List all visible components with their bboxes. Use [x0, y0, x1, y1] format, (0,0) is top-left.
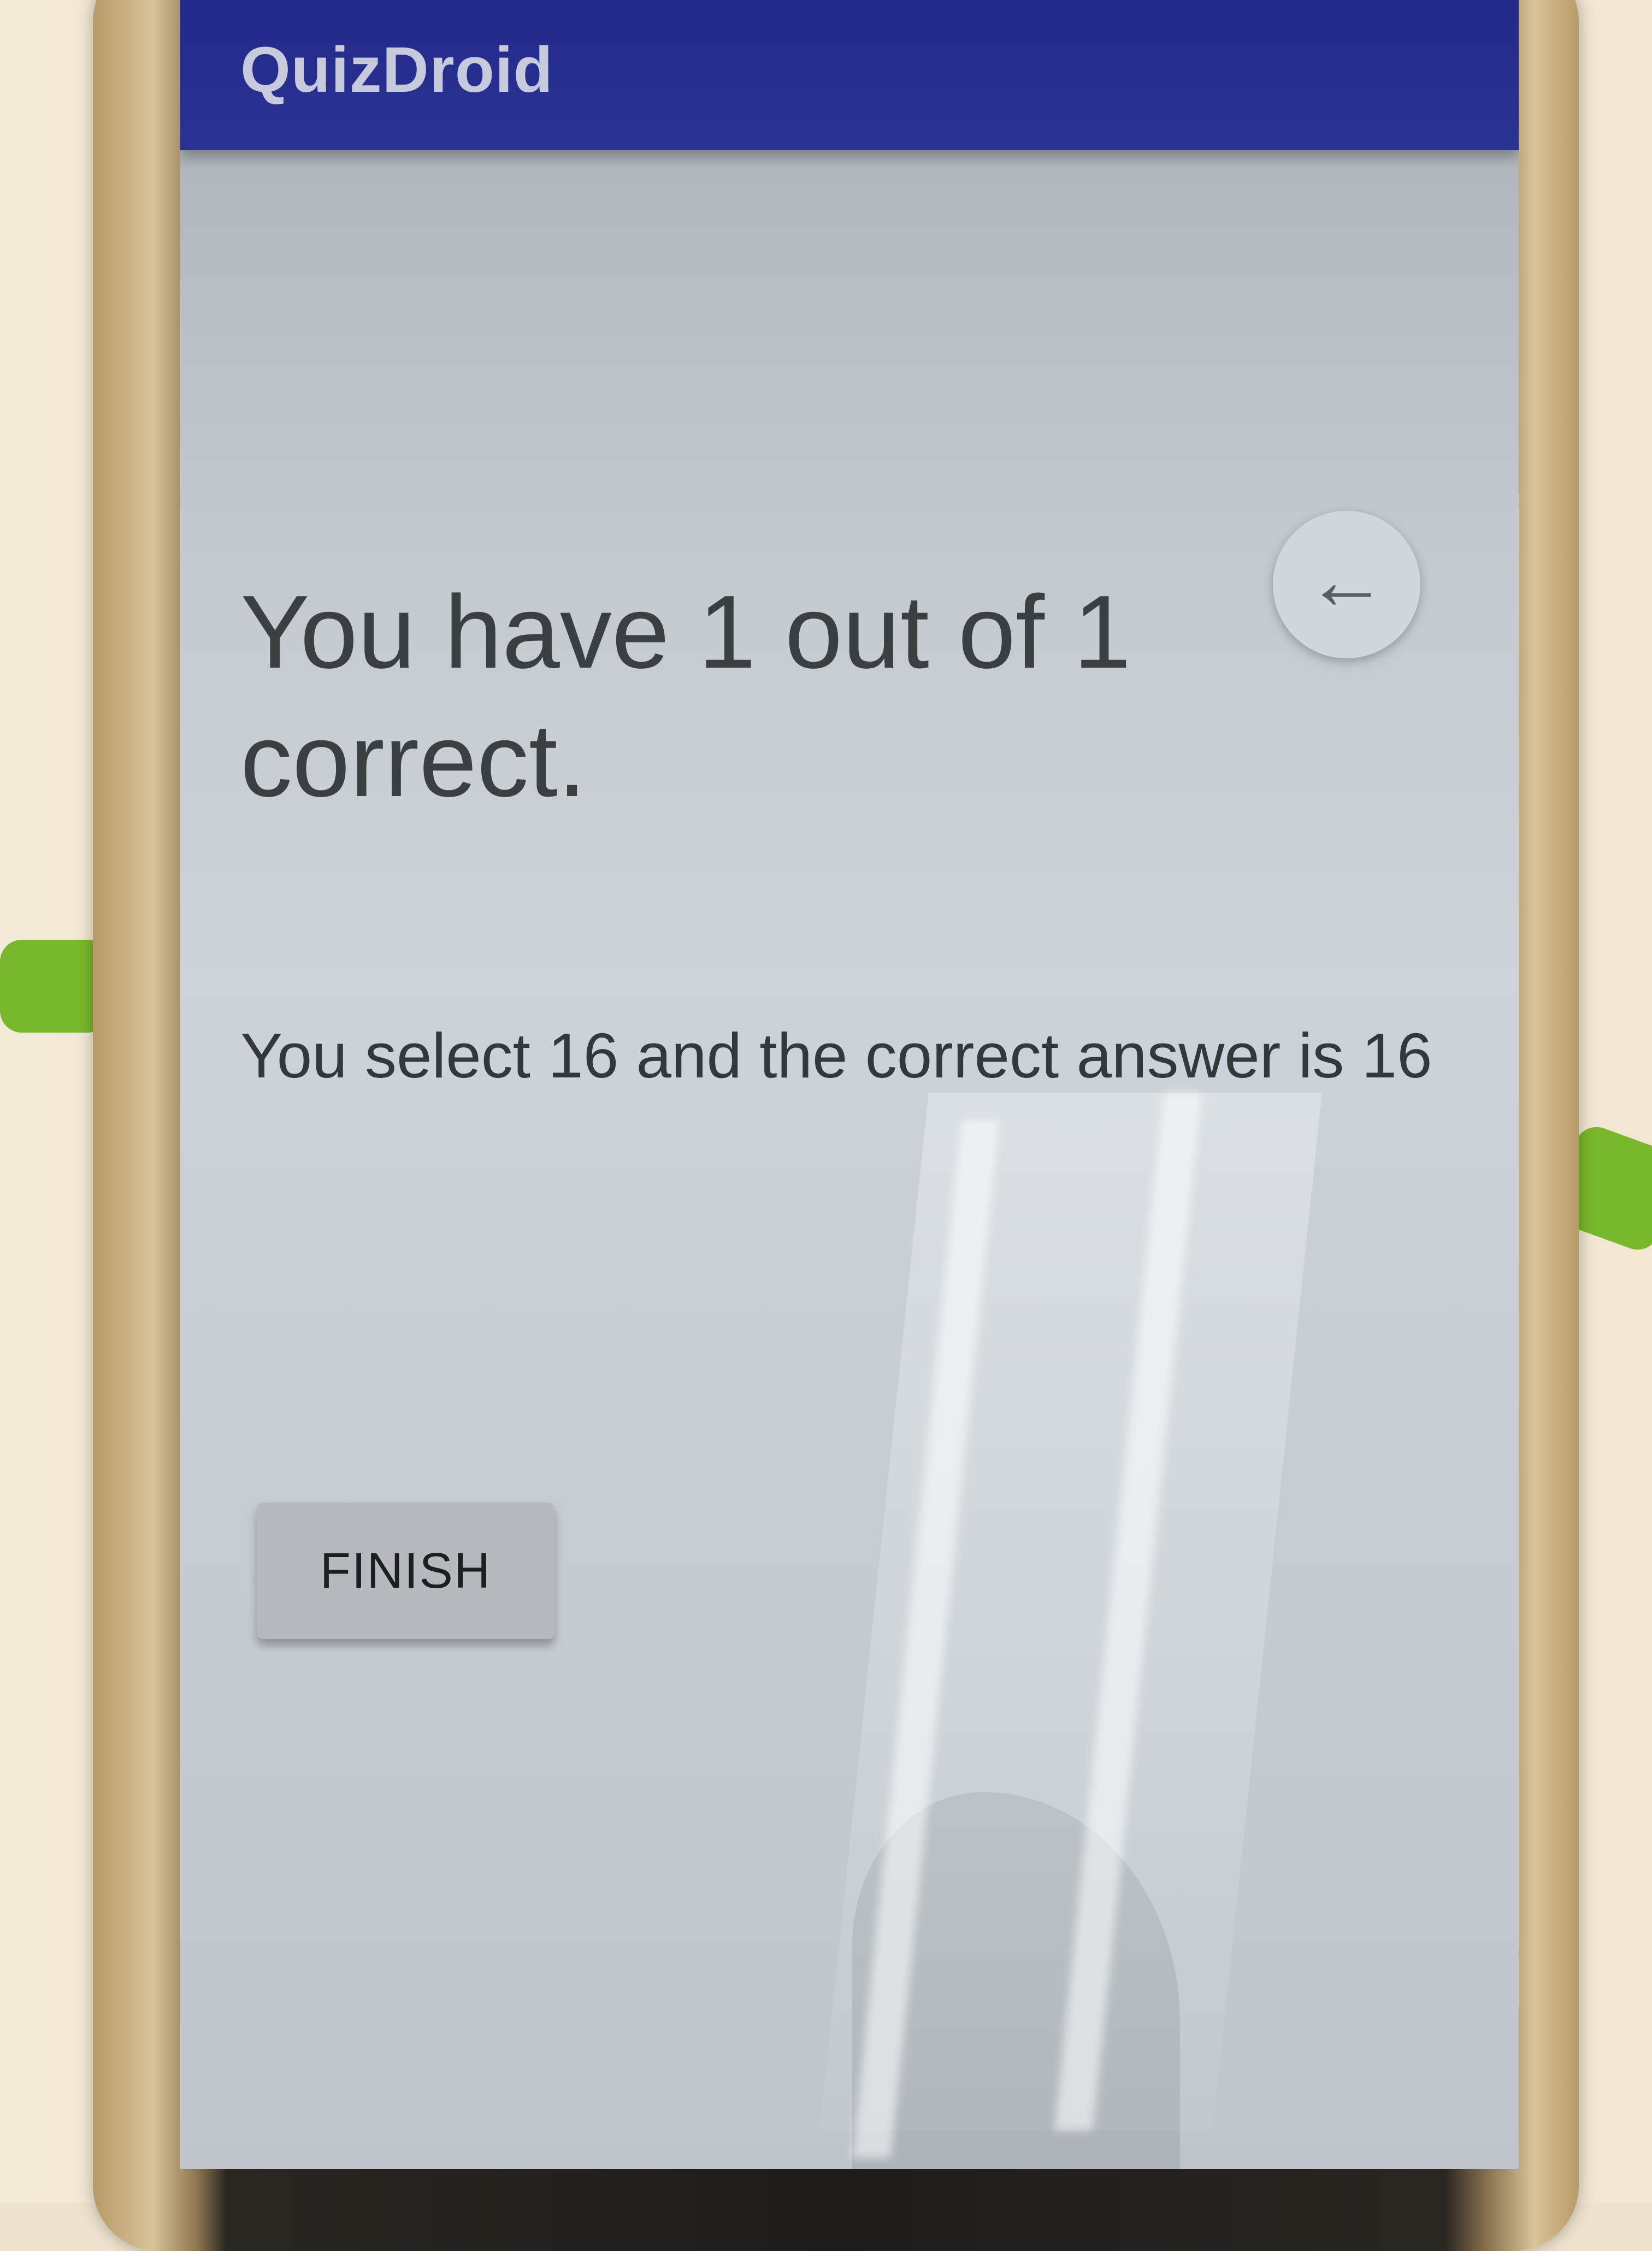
score-text: You have 1 out of 1 correct. — [240, 574, 1131, 818]
phone-screen: QuizDroid ← You have 1 out of 1 correct.… — [180, 0, 1519, 2169]
answer-detail-text: You select 16 and the correct answer is … — [240, 1020, 1432, 1091]
finish-button[interactable]: FINISH — [257, 1502, 554, 1639]
app-bar: QuizDroid — [180, 0, 1519, 150]
arrow-left-icon: ← — [1306, 534, 1388, 626]
back-button[interactable]: ← — [1273, 511, 1420, 658]
app-title: QuizDroid — [240, 34, 553, 106]
